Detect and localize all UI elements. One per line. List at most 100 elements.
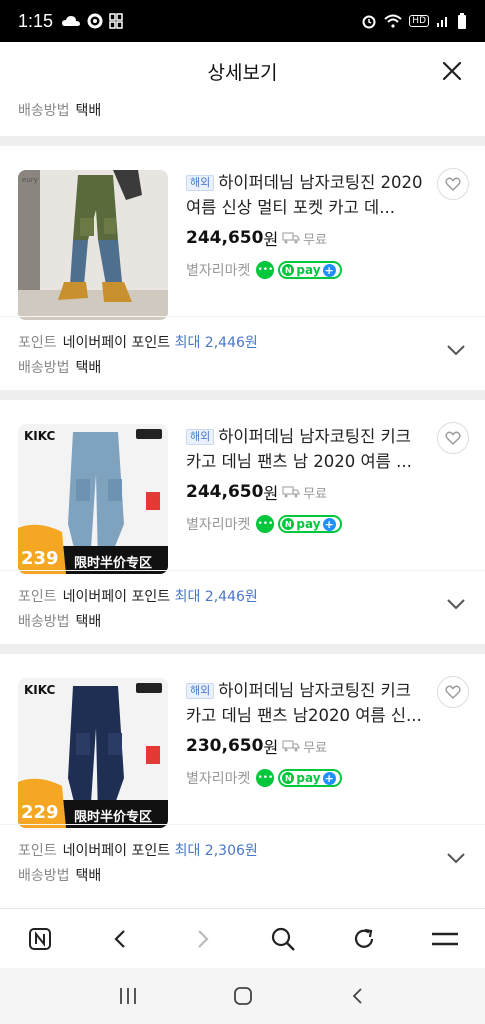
hd-icon: HD [409,15,429,27]
reload-icon[interactable] [346,921,382,957]
currency-unit: 원 [263,484,279,503]
npay-plus-badge: Npay + [278,515,342,533]
top-shipping-row: 배송방법 택배 [0,100,485,136]
status-bar: 1:15 HD [0,0,485,42]
point-value: 네이버페이 포인트 [62,589,171,605]
product-list[interactable]: 배송방법 택배 eury 해외 하이퍼데님 남자코팅진 2020 여름 신상 멀… [0,100,485,908]
point-value: 네이버페이 포인트 [62,843,171,859]
chevron-down-icon[interactable] [445,339,467,361]
product-meta: 포인트 네이버페이 포인트 최대 2,446원 배송방법 택배 [0,570,485,644]
thumb-brand: KIKC [24,683,56,697]
weather-icon [62,16,81,26]
product-thumbnail[interactable]: eury [18,170,168,320]
npay-label: pay [296,771,321,785]
ship-label: 배송방법 [18,868,70,884]
currency-unit: 원 [263,738,279,757]
talk-chat-icon[interactable]: ••• [256,261,275,279]
seller-name[interactable]: 별자리마켓 [186,768,250,788]
section-divider [0,390,485,400]
product-photo: KIKC 229 限时半价专区 [18,678,168,828]
talk-chat-icon[interactable]: ••• [256,769,275,787]
point-label: 포인트 [18,589,57,605]
chevron-down-icon[interactable] [445,593,467,615]
menu-icon[interactable] [427,921,463,957]
overseas-badge: 해외 [186,429,215,445]
product-meta: 포인트 네이버페이 포인트 최대 2,446원 배송방법 택배 [0,316,485,390]
plus-icon: + [322,771,336,785]
shipping-fee: 무료 [303,740,328,756]
product-price: 230,650 [186,736,264,756]
sync-icon [87,13,103,29]
point-label: 포인트 [18,843,57,859]
heart-icon[interactable] [437,676,469,708]
product-title[interactable]: 해외 하이퍼데님 남자코팅진 키크 카고 데님 팬츠 남2020 여름 신... [186,678,426,728]
point-label: 포인트 [18,335,57,351]
npay-label: pay [296,517,321,531]
seller-name[interactable]: 별자리마켓 [186,514,250,534]
alarm-icon [362,15,376,29]
wifi-icon [384,14,402,28]
thumb-brand: KIKC [24,429,56,443]
plus-icon: + [322,263,336,277]
heart-icon[interactable] [437,422,469,454]
product-card[interactable]: KIKC 229 限时半价专区 해외 하이퍼데님 남자코팅진 키크 카고 데님 팬… [0,654,485,898]
product-title[interactable]: 해외 하이퍼데님 남자코팅진 키크 카고 데님 팬츠 남 2020 여름 ... [186,424,426,474]
npay-label: pay [296,263,321,277]
product-card[interactable]: eury 해외 하이퍼데님 남자코팅진 2020 여름 신상 멀티 포켓 카고 데… [0,146,485,390]
shipping-fee: 무료 [303,232,328,248]
search-icon[interactable] [265,921,301,957]
product-title-text: 하이퍼데님 남자코팅진 키크 카고 데님 팬츠 남 2020 여름 ... [186,427,412,471]
npay-plus-badge: Npay + [278,261,342,279]
truck-icon [282,740,300,752]
section-divider [0,136,485,146]
truck-icon [282,232,300,244]
detail-header: 상세보기 [0,42,485,100]
forward-icon[interactable] [184,921,220,957]
npay-plus-badge: Npay + [278,769,342,787]
npay-n-icon: N [282,264,295,276]
product-thumbnail[interactable]: KIKC 239 限时半价专区 [18,424,168,574]
truck-icon [282,486,300,498]
chevron-down-icon[interactable] [445,847,467,869]
point-max: 최대 2,446원 [174,589,258,605]
close-icon[interactable] [437,56,467,86]
browser-toolbar [0,908,485,968]
currency-unit: 원 [263,230,279,249]
product-photo: KIKC 239 限时半价专区 [18,424,168,574]
thumb-price: 229 [21,802,59,823]
grid-icon [109,13,123,29]
ship-label: 배송방법 [18,103,70,119]
ship-label: 배송방법 [18,614,70,630]
seller-name[interactable]: 별자리마켓 [186,260,250,280]
page-title: 상세보기 [207,61,278,84]
ship-value: 택배 [75,103,102,119]
point-max: 최대 2,306원 [174,843,258,859]
back-icon[interactable] [103,921,139,957]
point-value: 네이버페이 포인트 [62,335,171,351]
heart-icon[interactable] [437,168,469,200]
signal-icon [437,17,447,27]
product-thumbnail[interactable]: KIKC 229 限时半价专区 [18,678,168,828]
product-title-text: 하이퍼데님 남자코팅진 2020 여름 신상 멀티 포켓 카고 데... [186,173,423,217]
product-card[interactable]: KIKC 239 限时半价专区 해외 하이퍼데님 남자코팅진 키크 카고 데님 팬… [0,400,485,644]
status-time: 1:15 [18,10,54,31]
talk-chat-icon[interactable]: ••• [256,515,275,533]
product-meta: 포인트 네이버페이 포인트 최대 2,306원 배송방법 택배 [0,824,485,898]
naver-home-icon[interactable] [22,921,58,957]
system-nav-bar [0,968,485,1024]
product-title[interactable]: 해외 하이퍼데님 남자코팅진 2020 여름 신상 멀티 포켓 카고 데... [186,170,426,220]
recent-apps-icon[interactable] [108,976,148,1016]
thumb-price: 239 [21,548,59,569]
ship-label: 배송방법 [18,360,70,376]
battery-icon [458,13,466,29]
product-price: 244,650 [186,228,264,248]
npay-n-icon: N [282,518,295,530]
ship-value: 택배 [75,614,102,630]
overseas-badge: 해외 [186,683,215,699]
back-icon[interactable] [338,976,378,1016]
home-icon[interactable] [223,976,263,1016]
thumb-promo: 限时半价专区 [74,555,152,571]
product-price: 244,650 [186,482,264,502]
ship-value: 택배 [75,868,102,884]
point-max: 최대 2,446원 [174,335,258,351]
